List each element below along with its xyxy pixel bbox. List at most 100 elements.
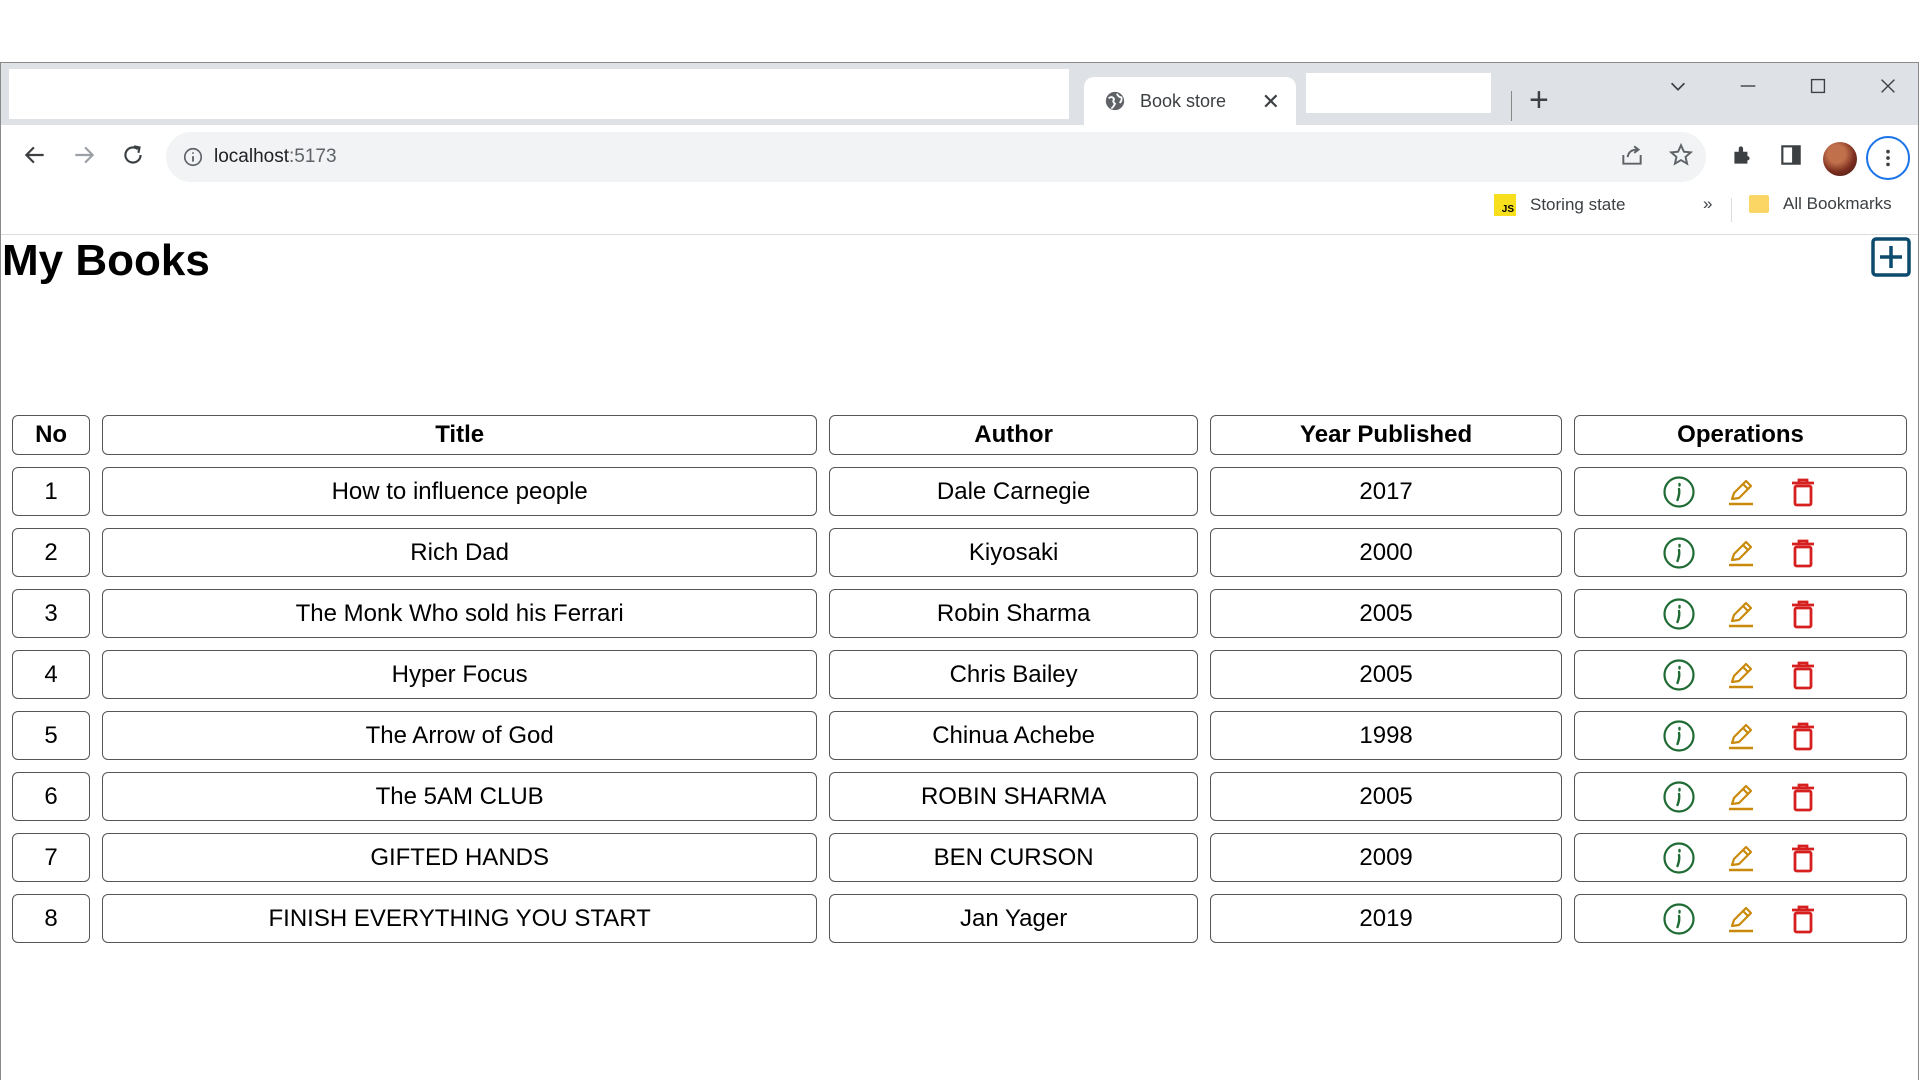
cell-no: 2 <box>12 528 91 577</box>
edit-icon[interactable] <box>1723 596 1759 632</box>
info-icon[interactable] <box>1661 901 1697 937</box>
info-icon[interactable] <box>1661 657 1697 693</box>
cell-operations <box>1574 833 1907 882</box>
tab-close-icon[interactable]: ✕ <box>1262 89 1280 115</box>
cell-no: 3 <box>12 589 91 638</box>
cell-operations <box>1574 711 1907 760</box>
minimize-button[interactable] <box>1737 75 1759 103</box>
delete-icon[interactable] <box>1785 596 1821 632</box>
bookmark-divider <box>1731 198 1732 222</box>
cell-year: 2009 <box>1210 833 1563 882</box>
delete-icon[interactable] <box>1785 901 1821 937</box>
edit-icon[interactable] <box>1723 535 1759 571</box>
header-operations: Operations <box>1574 415 1907 455</box>
cell-author: Chris Bailey <box>829 650 1199 699</box>
blank-tab-2[interactable] <box>1306 73 1491 113</box>
cell-operations <box>1574 528 1907 577</box>
cell-year: 2005 <box>1210 650 1563 699</box>
bookmarks-overflow-button[interactable]: » <box>1703 194 1712 214</box>
cell-year: 2017 <box>1210 467 1563 516</box>
info-icon[interactable] <box>1661 535 1697 571</box>
delete-icon[interactable] <box>1785 474 1821 510</box>
all-bookmarks-button[interactable]: All Bookmarks <box>1749 194 1892 214</box>
cell-no: 7 <box>12 833 91 882</box>
header-author: Author <box>829 415 1199 455</box>
operations-group <box>1575 535 1906 571</box>
cell-no: 8 <box>12 894 91 943</box>
edit-icon[interactable] <box>1723 474 1759 510</box>
operations-group <box>1575 779 1906 815</box>
delete-icon[interactable] <box>1785 840 1821 876</box>
overflow-chevron-icon: » <box>1703 194 1713 213</box>
books-table: No Title Author Year Published Operation… <box>0 403 1919 955</box>
operations-group <box>1575 596 1906 632</box>
cell-operations <box>1574 650 1907 699</box>
edit-icon[interactable] <box>1723 901 1759 937</box>
info-icon[interactable] <box>1661 840 1697 876</box>
new-tab-button[interactable]: + <box>1529 83 1549 117</box>
cell-title: The 5AM CLUB <box>102 772 818 821</box>
browser-menu-button[interactable] <box>1866 136 1910 180</box>
blank-tab-area <box>9 69 1069 119</box>
side-panel-icon[interactable] <box>1774 138 1808 172</box>
page-title: My Books <box>2 236 210 285</box>
delete-icon[interactable] <box>1785 718 1821 754</box>
delete-icon[interactable] <box>1785 657 1821 693</box>
cell-year: 2005 <box>1210 589 1563 638</box>
globe-icon <box>1105 91 1125 111</box>
cell-operations <box>1574 772 1907 821</box>
edit-icon[interactable] <box>1723 840 1759 876</box>
reload-button[interactable] <box>115 137 151 173</box>
cell-no: 6 <box>12 772 91 821</box>
table-row: 6 The 5AM CLUB ROBIN SHARMA 2005 <box>12 772 1907 821</box>
reload-icon <box>124 145 142 164</box>
add-book-button[interactable] <box>1871 237 1911 277</box>
maximize-button[interactable] <box>1807 75 1829 103</box>
cell-operations <box>1574 894 1907 943</box>
operations-group <box>1575 657 1906 693</box>
edit-icon[interactable] <box>1723 779 1759 815</box>
site-info-icon[interactable] <box>182 146 204 168</box>
back-button[interactable] <box>17 137 53 173</box>
info-icon[interactable] <box>1661 779 1697 815</box>
folder-icon <box>1749 195 1769 213</box>
edit-icon[interactable] <box>1723 657 1759 693</box>
share-icon[interactable] <box>1615 138 1649 172</box>
bookmark-storing-state[interactable]: JS Storing state <box>1494 194 1625 216</box>
header-no: No <box>12 415 91 455</box>
cell-year: 2000 <box>1210 528 1563 577</box>
address-bar[interactable]: localhost:5173 <box>166 132 1706 182</box>
cell-no: 5 <box>12 711 91 760</box>
plus-square-icon <box>1871 237 1911 277</box>
cell-author: Jan Yager <box>829 894 1199 943</box>
delete-icon[interactable] <box>1785 535 1821 571</box>
profile-avatar[interactable] <box>1823 142 1857 176</box>
cell-title: How to influence people <box>102 467 818 516</box>
edit-icon[interactable] <box>1723 718 1759 754</box>
cell-title: FINISH EVERYTHING YOU START <box>102 894 818 943</box>
close-window-button[interactable] <box>1877 75 1899 103</box>
url-host: localhost <box>214 146 289 167</box>
forward-button[interactable] <box>66 137 102 173</box>
info-icon[interactable] <box>1661 474 1697 510</box>
info-icon[interactable] <box>1661 718 1697 754</box>
cell-operations <box>1574 467 1907 516</box>
back-arrow-icon <box>24 146 44 164</box>
table-row: 7 GIFTED HANDS BEN CURSON 2009 <box>12 833 1907 882</box>
all-bookmarks-label: All Bookmarks <box>1783 194 1892 213</box>
info-icon[interactable] <box>1661 596 1697 632</box>
header-year: Year Published <box>1210 415 1563 455</box>
bookmark-star-icon[interactable] <box>1664 138 1698 172</box>
extensions-icon[interactable] <box>1725 138 1759 172</box>
tab-book-store[interactable]: Book store ✕ <box>1084 77 1296 125</box>
operations-group <box>1575 901 1906 937</box>
cell-title: GIFTED HANDS <box>102 833 818 882</box>
delete-icon[interactable] <box>1785 779 1821 815</box>
cell-year: 2019 <box>1210 894 1563 943</box>
table-row: 3 The Monk Who sold his Ferrari Robin Shar… <box>12 589 1907 638</box>
bookmark-label: Storing state <box>1530 195 1626 214</box>
table-header-row: No Title Author Year Published Operation… <box>12 415 1907 455</box>
header-title: Title <box>102 415 818 455</box>
cell-no: 1 <box>12 467 91 516</box>
tab-search-dropdown-icon[interactable] <box>1667 75 1689 103</box>
